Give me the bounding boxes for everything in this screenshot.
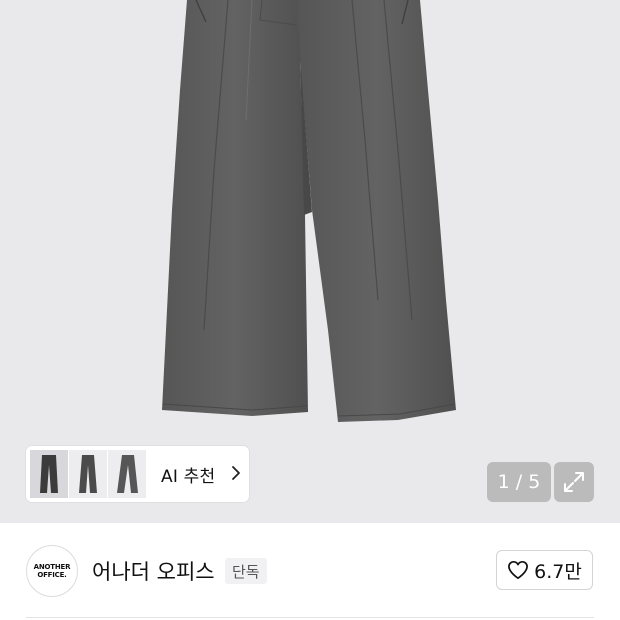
brand-row: ANOTHER OFFICE. 어나더 오피스 단독 6.7만	[0, 523, 620, 620]
ai-recommend-label: AI 추천	[161, 466, 216, 487]
ai-recommend-card[interactable]: AI 추천	[26, 446, 249, 502]
like-button[interactable]: 6.7만	[496, 550, 593, 590]
expand-image-button[interactable]	[554, 462, 594, 502]
recommend-thumbnail	[108, 450, 146, 498]
brand-logo-line2: OFFICE.	[37, 571, 67, 579]
brand-logo-line1: ANOTHER	[33, 563, 71, 571]
like-count: 6.7만	[534, 560, 582, 583]
ai-recommend-thumbnails	[30, 450, 147, 498]
recommend-thumbnail	[30, 450, 68, 498]
recommend-thumbnail	[69, 450, 107, 498]
exclusive-badge: 단독	[225, 558, 267, 584]
heart-icon	[508, 560, 529, 580]
brand-name-link[interactable]: 어나더 오피스	[92, 556, 215, 586]
expand-arrows-icon	[564, 472, 584, 492]
product-image-gallery[interactable]: AI 추천 1 / 5	[0, 0, 620, 523]
image-page-indicator: 1 / 5	[487, 462, 551, 502]
brand-logo[interactable]: ANOTHER OFFICE.	[26, 545, 78, 597]
section-divider	[26, 617, 594, 618]
chevron-right-icon	[231, 465, 241, 485]
product-photo-trousers	[162, 0, 456, 422]
